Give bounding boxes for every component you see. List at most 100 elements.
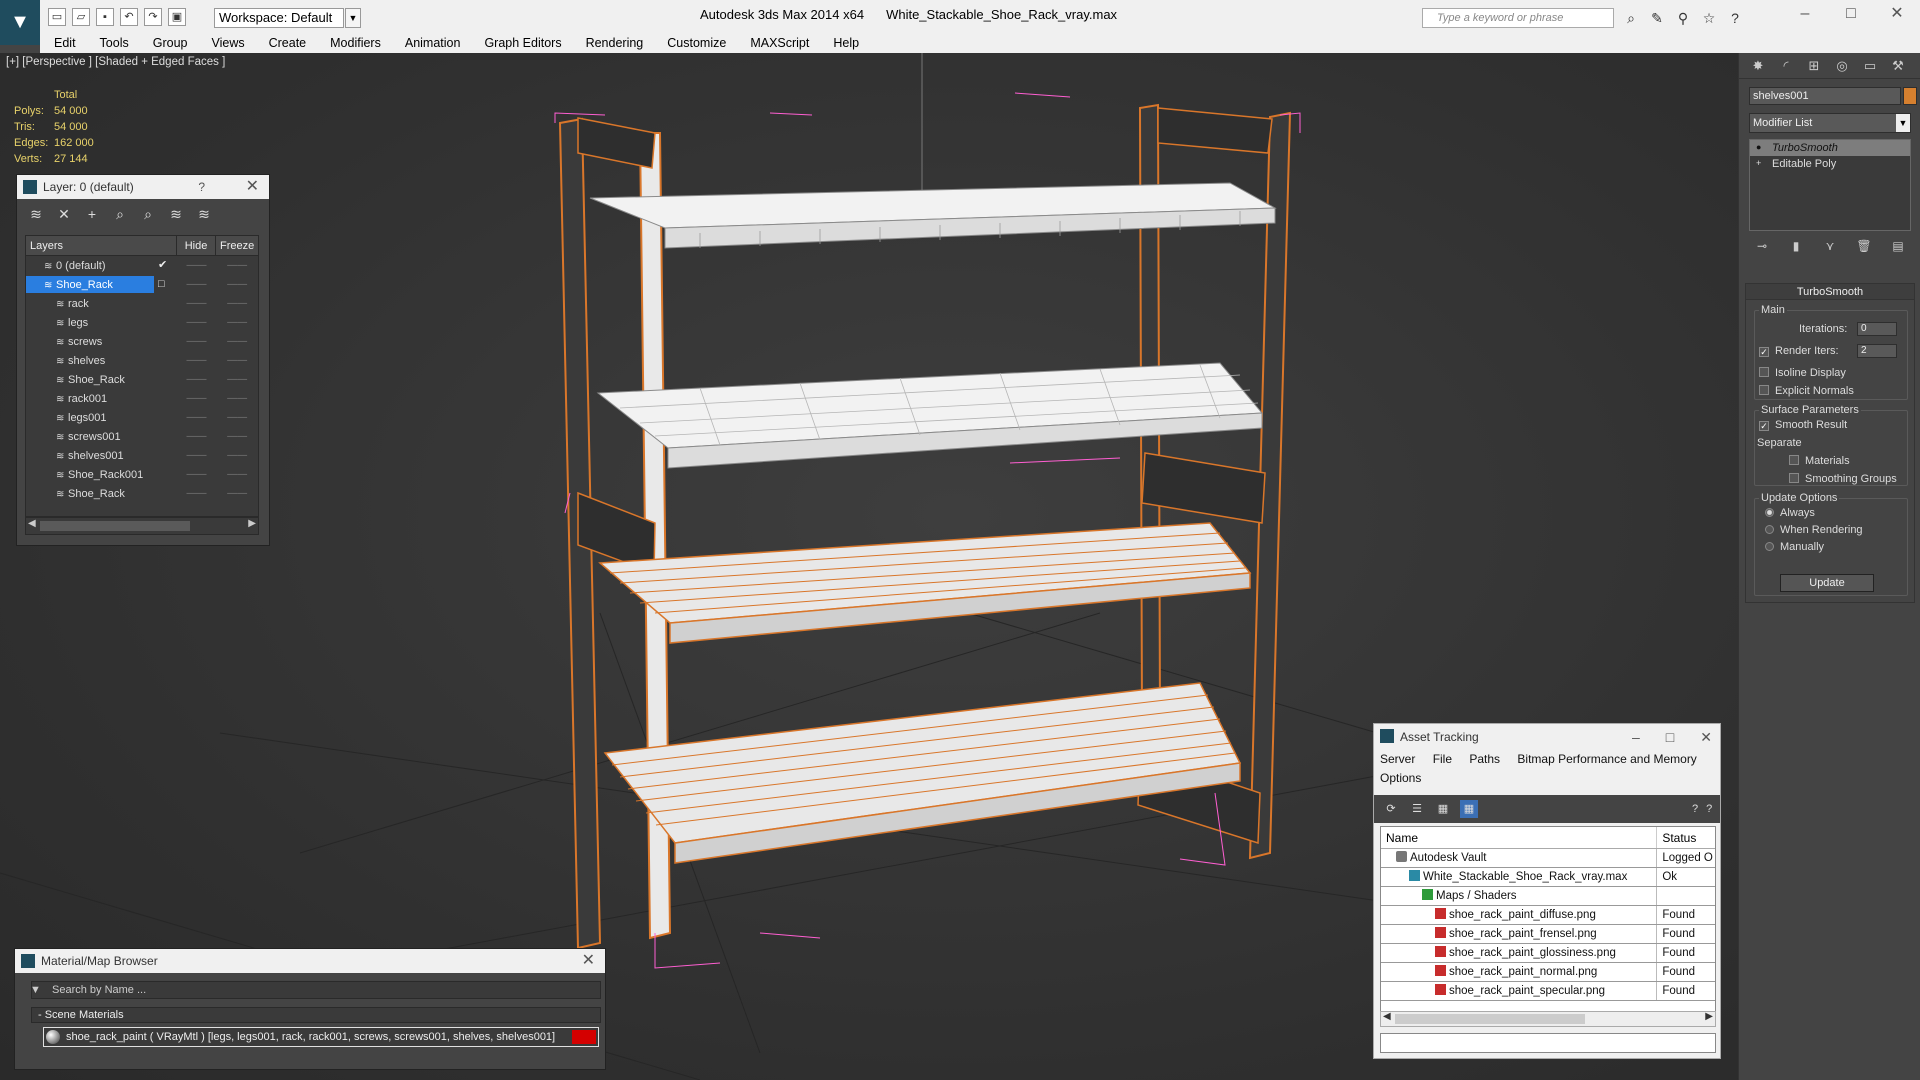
menu-file[interactable]: File xyxy=(1433,752,1452,766)
freeze-toggle[interactable]: —— xyxy=(216,484,258,503)
menu-customize[interactable]: Customize xyxy=(667,36,726,50)
hide-toggle[interactable]: —— xyxy=(177,465,217,484)
freeze-toggle[interactable]: —— xyxy=(216,256,258,275)
close-icon[interactable]: ✕ xyxy=(1700,724,1712,750)
minimize-icon[interactable]: – xyxy=(1632,724,1640,750)
hide-toggle[interactable]: —— xyxy=(177,484,217,503)
hide-toggle[interactable]: —— xyxy=(177,427,217,446)
stack-item-turbosmooth[interactable]: ● TurboSmooth xyxy=(1750,140,1910,156)
hierarchy-tab-icon[interactable]: ⊞ xyxy=(1803,57,1825,75)
explicit-normals-checkbox[interactable] xyxy=(1759,385,1769,395)
scroll-left-icon[interactable]: ◀ xyxy=(28,518,36,529)
create-layer-icon[interactable]: ≋ xyxy=(27,205,45,223)
modify-tab-icon[interactable]: ◜ xyxy=(1775,57,1797,75)
menu-modifiers[interactable]: Modifiers xyxy=(330,36,381,50)
freeze-toggle[interactable]: —— xyxy=(216,313,258,332)
current-layer-indicator[interactable]: □ xyxy=(158,275,165,294)
menu-help[interactable]: Help xyxy=(833,36,859,50)
freeze-toggle[interactable]: —— xyxy=(216,294,258,313)
asset-row[interactable]: shoe_rack_paint_frensel.png Found xyxy=(1381,925,1715,944)
iterations-spinner[interactable]: 0 xyxy=(1857,322,1897,336)
layer-dialog-titlebar[interactable]: Layer: 0 (default) ? ✕ xyxy=(17,175,269,199)
hide-toggle[interactable]: —— xyxy=(177,313,217,332)
asset-row[interactable]: shoe_rack_paint_specular.png Found xyxy=(1381,982,1715,1001)
list-view-icon[interactable]: ☰ xyxy=(1408,800,1426,818)
options-chevron-icon[interactable]: ▼ xyxy=(30,982,41,998)
update-when-rendering-radio[interactable] xyxy=(1765,525,1774,534)
freeze-all-icon[interactable]: ≋ xyxy=(195,205,213,223)
column-status[interactable]: Status xyxy=(1657,827,1715,848)
help-icon[interactable]: ? xyxy=(198,175,205,199)
asset-tracking-titlebar[interactable]: Asset Tracking – □ ✕ xyxy=(1374,724,1720,750)
hide-toggle[interactable]: —— xyxy=(177,256,217,275)
layer-row[interactable]: ≋ Shoe_Rack —— —— xyxy=(26,484,258,503)
hide-toggle[interactable]: —— xyxy=(177,294,217,313)
add-to-layer-icon[interactable]: + xyxy=(83,205,101,223)
menu-maxscript[interactable]: MAXScript xyxy=(750,36,809,50)
show-end-result-icon[interactable]: ▮ xyxy=(1787,237,1805,255)
configure-sets-icon[interactable]: ▤ xyxy=(1889,237,1907,255)
asset-row[interactable]: shoe_rack_paint_normal.png Found xyxy=(1381,963,1715,982)
viewport-label[interactable]: [+] [Perspective ] [Shaded + Edged Faces… xyxy=(6,56,225,68)
asset-row[interactable]: Autodesk Vault Logged O xyxy=(1381,849,1715,868)
menu-bitmap-performance[interactable]: Bitmap Performance and Memory xyxy=(1517,752,1696,766)
update-manually-radio[interactable] xyxy=(1765,542,1774,551)
thumbnail-view-icon[interactable]: ▦ xyxy=(1434,800,1452,818)
save-icon[interactable]: ▪ xyxy=(96,8,114,26)
asset-hscrollbar[interactable]: ◀ ▶ xyxy=(1380,1011,1716,1027)
render-iters-checkbox[interactable]: ✓ xyxy=(1759,347,1769,357)
hide-toggle[interactable]: —— xyxy=(177,332,217,351)
open-file-icon[interactable]: ▱ xyxy=(72,8,90,26)
rollout-header[interactable]: TurboSmooth xyxy=(1746,284,1914,300)
create-tab-icon[interactable]: ✸ xyxy=(1747,57,1769,75)
layer-row[interactable]: ≋ shelves001 —— —— xyxy=(26,446,258,465)
separate-smoothing-groups-checkbox[interactable] xyxy=(1789,473,1799,483)
menu-group[interactable]: Group xyxy=(153,36,188,50)
freeze-toggle[interactable]: —— xyxy=(216,389,258,408)
make-unique-icon[interactable]: ⋎ xyxy=(1821,237,1839,255)
scroll-left-icon[interactable]: ◀ xyxy=(1383,1011,1391,1022)
layer-row[interactable]: ≋ screws001 —— —— xyxy=(26,427,258,446)
hide-toggle[interactable]: —— xyxy=(177,275,217,294)
favorites-star-icon[interactable]: ☆ xyxy=(1700,9,1718,27)
menu-options[interactable]: Options xyxy=(1380,771,1421,785)
close-icon[interactable]: ✕ xyxy=(246,175,259,199)
material-browser-titlebar[interactable]: Material/Map Browser ✕ xyxy=(15,949,605,973)
scroll-right-icon[interactable]: ▶ xyxy=(248,518,256,529)
redo-icon[interactable]: ↷ xyxy=(144,8,162,26)
keyword-search-input[interactable]: Type a keyword or phrase xyxy=(1422,8,1614,28)
isoline-display-checkbox[interactable] xyxy=(1759,367,1769,377)
new-file-icon[interactable]: ▭ xyxy=(48,8,66,26)
layer-row[interactable]: ≋ Shoe_Rack —— —— xyxy=(26,370,258,389)
freeze-toggle[interactable]: —— xyxy=(216,465,258,484)
display-tab-icon[interactable]: ▭ xyxy=(1859,57,1881,75)
menu-tools[interactable]: Tools xyxy=(100,36,129,50)
communication-icon[interactable]: ⚲ xyxy=(1674,9,1692,27)
remove-modifier-icon[interactable]: 🗑 xyxy=(1855,237,1873,255)
vault-help-icon[interactable]: ? xyxy=(1706,800,1712,818)
material-search-input[interactable]: ▼ Search by Name ... xyxy=(30,981,601,999)
close-icon[interactable]: ✕ xyxy=(1874,0,1920,30)
freeze-toggle[interactable]: —— xyxy=(216,427,258,446)
hide-all-icon[interactable]: ≋ xyxy=(167,205,185,223)
motion-tab-icon[interactable]: ◎ xyxy=(1831,57,1853,75)
help-icon[interactable]: ? xyxy=(1692,800,1698,818)
delete-layer-icon[interactable]: ✕ xyxy=(55,205,73,223)
object-name-field[interactable]: shelves001 xyxy=(1749,87,1901,105)
update-button[interactable]: Update xyxy=(1780,574,1874,592)
stack-item-editable-poly[interactable]: + Editable Poly xyxy=(1750,156,1910,172)
column-freeze[interactable]: Freeze xyxy=(216,236,258,255)
layer-row[interactable]: ≋ legs001 —— —— xyxy=(26,408,258,427)
hide-toggle[interactable]: —— xyxy=(177,446,217,465)
layer-row[interactable]: ≋ screws —— —— xyxy=(26,332,258,351)
freeze-toggle[interactable]: —— xyxy=(216,446,258,465)
lightbulb-icon[interactable]: ● xyxy=(1756,142,1766,152)
menu-create[interactable]: Create xyxy=(269,36,307,50)
utilities-tab-icon[interactable]: ⚒ xyxy=(1887,57,1909,75)
object-color-swatch[interactable] xyxy=(1903,87,1917,105)
chevron-down-icon[interactable]: ▼ xyxy=(1896,114,1910,132)
scroll-right-icon[interactable]: ▶ xyxy=(1705,1011,1713,1022)
hide-toggle[interactable]: —— xyxy=(177,370,217,389)
render-iters-spinner[interactable]: 2 xyxy=(1857,344,1897,358)
refresh-icon[interactable]: ⟳ xyxy=(1382,800,1400,818)
